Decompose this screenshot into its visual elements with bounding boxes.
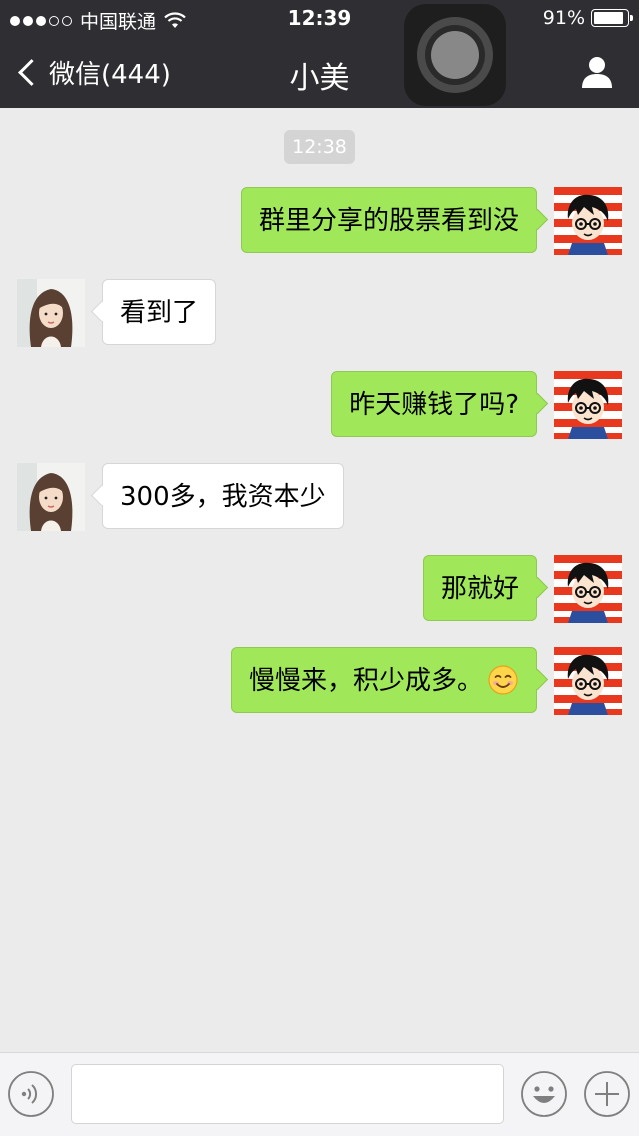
- chat-title: 小美: [289, 61, 350, 96]
- plus-icon[interactable]: [583, 1070, 631, 1118]
- message-bubble-incoming[interactable]: 300多，我资本少: [102, 463, 344, 529]
- status-bar: 中国联通 12:39 91%: [0, 0, 639, 36]
- my-avatar[interactable]: [554, 555, 622, 623]
- contact-avatar[interactable]: [17, 463, 85, 531]
- message-bubble-incoming[interactable]: 看到了: [102, 279, 217, 345]
- top-bar: 中国联通 12:39 91% 微信(444) 小美: [0, 0, 639, 108]
- message-row-outgoing: 昨天赚钱了吗?: [331, 371, 622, 439]
- message-bubble-outgoing[interactable]: 昨天赚钱了吗?: [331, 371, 537, 437]
- emoji-icon[interactable]: [520, 1070, 568, 1118]
- message-bubble-outgoing[interactable]: 那就好: [422, 555, 537, 621]
- message-row-outgoing: 那就好: [422, 555, 622, 623]
- my-avatar[interactable]: [554, 187, 622, 255]
- voice-icon[interactable]: [7, 1070, 55, 1118]
- assistive-core: [431, 31, 479, 79]
- input-bar: [0, 1052, 639, 1136]
- chat-area[interactable]: 12:38 群里分享的股票看到没 看到了 昨天赚钱了吗? 300多，我资本少 那…: [0, 108, 639, 1052]
- status-right: 91%: [542, 7, 633, 29]
- assistive-ring: [425, 25, 485, 85]
- my-avatar[interactable]: [554, 371, 622, 439]
- message-text: 慢慢来，积少成多。: [248, 666, 483, 696]
- message-input[interactable]: [71, 1064, 504, 1124]
- message-bubble-outgoing[interactable]: 慢慢来，积少成多。: [230, 647, 537, 713]
- message-row-outgoing: 慢慢来，积少成多。: [230, 647, 622, 715]
- battery-percent: 91%: [542, 7, 585, 29]
- my-avatar[interactable]: [554, 647, 622, 715]
- assistive-ring: [417, 17, 493, 93]
- nav-bar: 微信(444) 小美: [0, 36, 639, 108]
- battery-icon: [591, 9, 633, 27]
- assistive-touch-button[interactable]: [404, 4, 506, 106]
- message-row-outgoing: 群里分享的股票看到没: [240, 187, 622, 255]
- battery-fill: [594, 12, 624, 24]
- smiling-face-emoji: [488, 664, 518, 695]
- message-timestamp: 12:38: [284, 130, 355, 164]
- contact-avatar[interactable]: [17, 279, 85, 347]
- message-row-incoming: 看到了: [17, 279, 217, 347]
- person-icon[interactable]: [579, 54, 615, 90]
- message-row-incoming: 300多，我资本少: [17, 463, 344, 531]
- message-bubble-outgoing[interactable]: 群里分享的股票看到没: [240, 187, 537, 253]
